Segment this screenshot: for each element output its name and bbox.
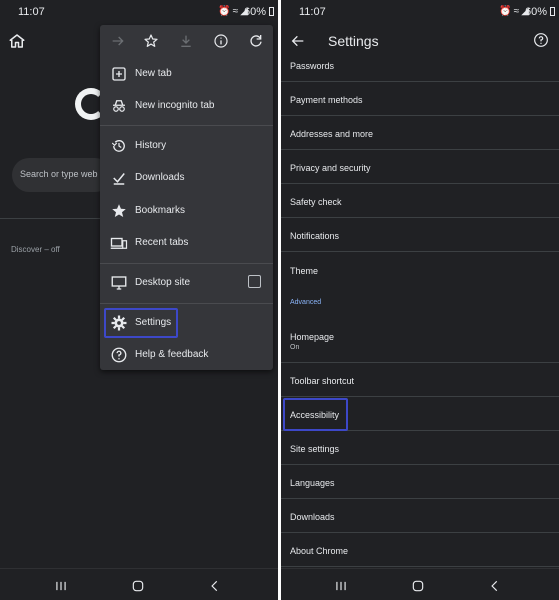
home-button-icon[interactable] (131, 579, 145, 593)
menu-item-label: Bookmarks (135, 205, 186, 216)
system-nav-bar (0, 568, 278, 600)
menu-item-new-incognito-tab[interactable]: New incognito tab (100, 92, 273, 120)
info-icon[interactable] (213, 33, 229, 49)
settings-item-label: Safety check (290, 197, 342, 207)
menu-item-downloads[interactable]: Downloads (100, 164, 273, 192)
monitor-icon (111, 276, 127, 290)
menu-item-label: Downloads (135, 172, 185, 183)
settings-item-label: Languages (290, 478, 335, 488)
new-tab-icon (112, 67, 126, 81)
devices-icon (110, 237, 128, 249)
battery-icon (550, 7, 555, 16)
help-icon[interactable] (533, 32, 549, 48)
menu-item-label: Desktop site (135, 277, 191, 288)
home-icon[interactable] (8, 32, 26, 50)
left-screen-chrome-menu: 11:07 ⏰≈◢ 60% Search or type web a Disco… (0, 0, 278, 600)
settings-item-toolbar-shortcut[interactable]: Toolbar shortcut (281, 363, 559, 397)
settings-item-label: Addresses and more (290, 129, 374, 139)
menu-item-label: History (135, 140, 167, 151)
alarm-icon: ⏰ (218, 6, 233, 17)
battery-percent: 60% (524, 6, 547, 18)
menu-item-help-feedback[interactable]: Help & feedback (100, 341, 273, 369)
menu-item-settings[interactable]: Settings (100, 309, 273, 337)
discover-status: Discover – off (11, 245, 60, 254)
settings-item-label: Downloads (290, 512, 335, 522)
menu-divider (100, 263, 273, 264)
forward-icon[interactable] (110, 33, 126, 49)
settings-item-about-chrome[interactable]: About Chrome (281, 533, 559, 567)
star-icon[interactable] (143, 33, 159, 49)
page-title: Settings (328, 33, 379, 49)
status-time: 11:07 (18, 6, 45, 18)
settings-item-label: Passwords (290, 61, 335, 71)
battery-percent: 60% (243, 6, 266, 18)
settings-item-downloads[interactable]: Downloads (281, 499, 559, 533)
overflow-menu: New tab New incognito tab History Downlo… (100, 25, 273, 370)
settings-item-label: Payment methods (290, 95, 363, 105)
search-box[interactable]: Search or type web a (12, 158, 112, 192)
bookmark-star-icon (112, 204, 126, 217)
settings-item-label: Notifications (290, 231, 340, 241)
back-arrow-icon[interactable] (290, 33, 306, 49)
downloads-icon (113, 173, 125, 185)
right-screen-settings: 11:07 ⏰≈◢ 60% Settings Passwords Payment… (281, 0, 559, 600)
incognito-icon (113, 100, 125, 112)
settings-item-label: About Chrome (290, 546, 349, 556)
settings-item-label: Homepage (290, 332, 335, 342)
back-nav-icon[interactable] (488, 579, 502, 593)
search-placeholder: Search or type web a (20, 169, 106, 179)
status-bar: 11:07 ⏰≈◢ 60% (0, 0, 278, 24)
settings-item-label: Privacy and security (290, 163, 371, 173)
menu-divider (100, 125, 273, 126)
menu-toolbar (100, 25, 273, 59)
divider (0, 218, 100, 219)
history-icon (111, 140, 125, 152)
settings-item-homepage[interactable]: Homepage On (281, 318, 559, 363)
menu-item-label: Recent tabs (135, 237, 189, 248)
menu-item-label: New incognito tab (135, 100, 215, 111)
desktop-site-checkbox[interactable] (248, 275, 261, 288)
refresh-icon[interactable] (248, 33, 264, 49)
gear-icon (111, 315, 127, 331)
back-nav-icon[interactable] (208, 579, 222, 593)
battery-icon (269, 7, 274, 16)
menu-item-label: Help & feedback (135, 349, 209, 360)
settings-item-label: Site settings (290, 444, 340, 454)
settings-item-payment-methods[interactable]: Payment methods (281, 82, 559, 116)
menu-item-new-tab[interactable]: New tab (100, 60, 273, 88)
alarm-icon: ⏰ (499, 6, 514, 17)
settings-item-languages[interactable]: Languages (281, 465, 559, 499)
settings-item-site-settings[interactable]: Site settings (281, 431, 559, 465)
settings-item-addresses[interactable]: Addresses and more (281, 116, 559, 150)
recent-apps-icon[interactable] (54, 579, 68, 593)
menu-item-bookmarks[interactable]: Bookmarks (100, 197, 273, 225)
settings-item-accessibility[interactable]: Accessibility (281, 397, 559, 431)
menu-item-desktop-site[interactable]: Desktop site (100, 269, 273, 297)
system-nav-bar (281, 568, 559, 600)
settings-item-privacy-security[interactable]: Privacy and security (281, 150, 559, 184)
home-button-icon[interactable] (411, 579, 425, 593)
settings-item-label: Toolbar shortcut (290, 376, 355, 386)
settings-app-bar: Settings (281, 24, 559, 58)
settings-item-notifications[interactable]: Notifications (281, 218, 559, 252)
status-bar: 11:07 ⏰≈◢ 60% (281, 0, 559, 24)
section-header-advanced: Advanced (290, 299, 322, 306)
settings-item-label: Theme (290, 266, 319, 276)
menu-divider (100, 303, 273, 304)
recent-apps-icon[interactable] (334, 579, 348, 593)
settings-item-theme[interactable]: Theme (281, 252, 559, 286)
menu-item-recent-tabs[interactable]: Recent tabs (100, 229, 273, 257)
settings-item-passwords[interactable]: Passwords (281, 58, 559, 82)
menu-item-history[interactable]: History (100, 132, 273, 160)
settings-item-safety-check[interactable]: Safety check (281, 184, 559, 218)
menu-item-label: New tab (135, 68, 172, 79)
download-icon[interactable] (178, 33, 194, 49)
settings-item-sublabel: On (290, 344, 300, 351)
menu-item-label: Settings (135, 317, 172, 328)
help-icon (111, 347, 127, 363)
status-time: 11:07 (299, 6, 326, 18)
settings-item-label: Accessibility (290, 410, 340, 420)
